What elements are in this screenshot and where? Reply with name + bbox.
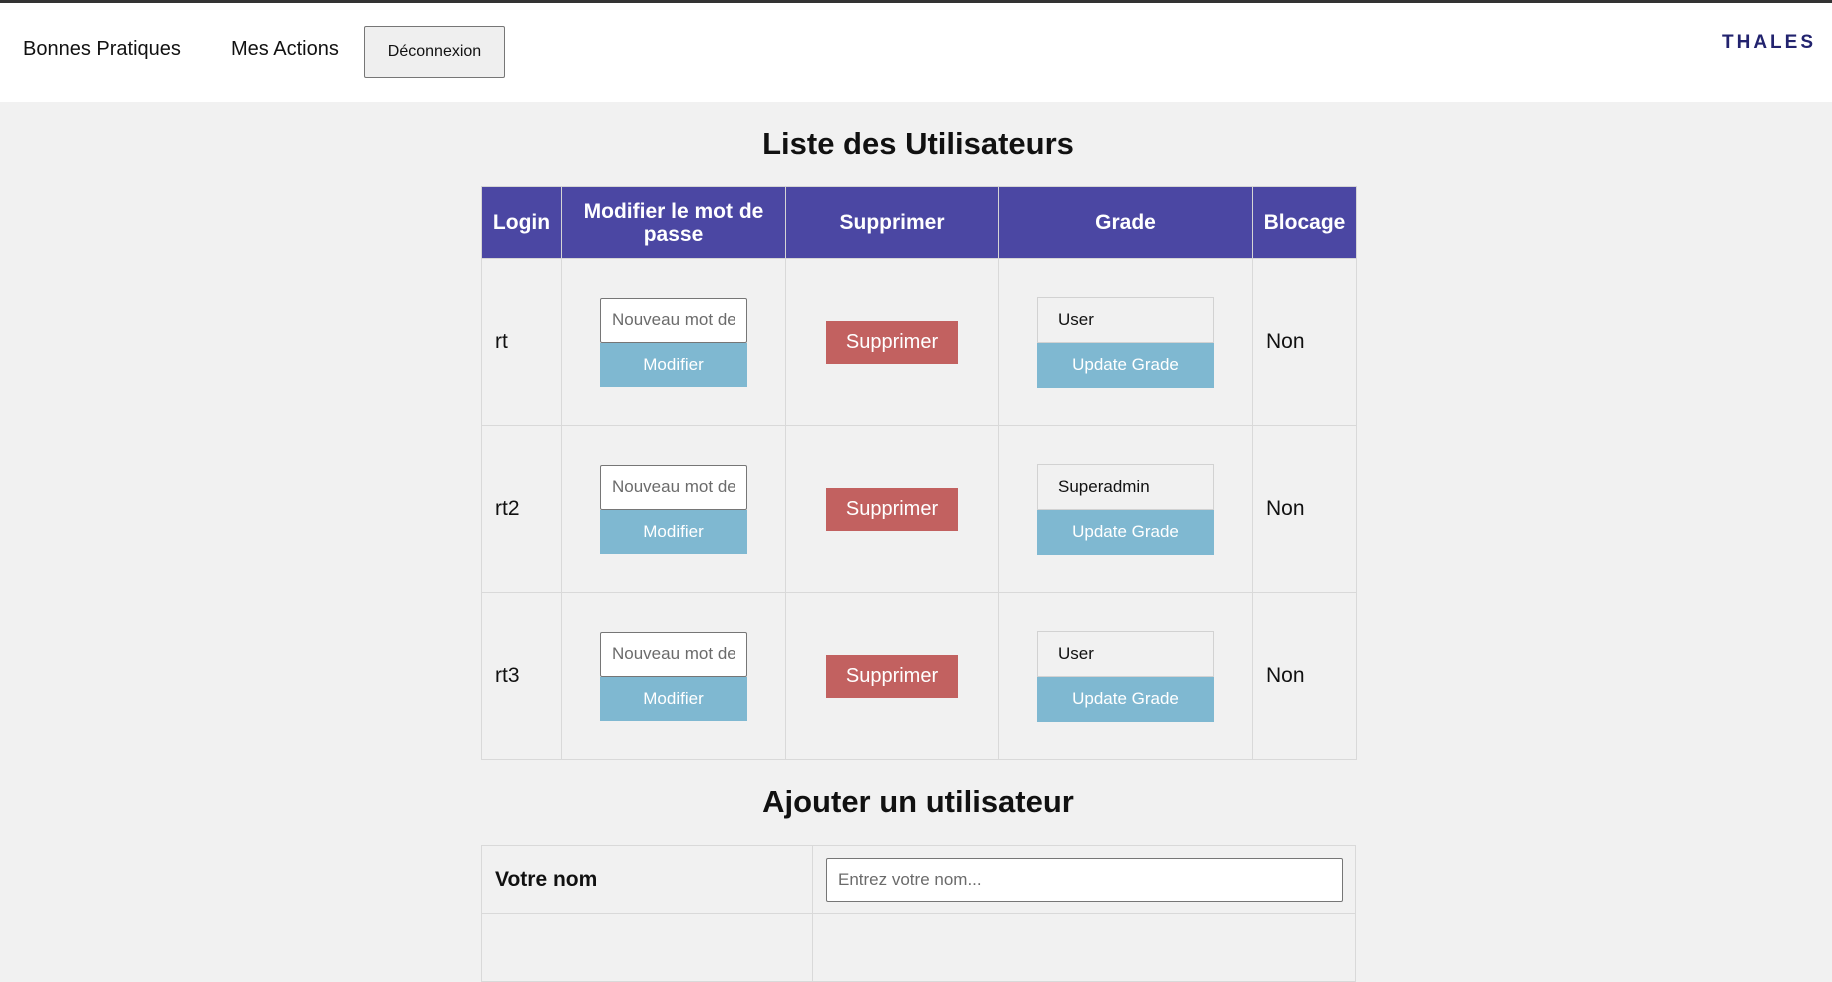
name-input[interactable] xyxy=(826,857,1343,902)
next-field-cell xyxy=(812,913,1356,982)
column-header-blocking: Blocage xyxy=(1252,186,1357,259)
grade-form: User Update Grade xyxy=(1037,296,1214,388)
password-form: Modifier xyxy=(600,464,747,554)
form-row xyxy=(481,913,1356,982)
password-cell: Modifier xyxy=(561,258,786,426)
new-password-input[interactable] xyxy=(600,464,747,510)
delete-user-button[interactable]: Supprimer xyxy=(826,320,958,364)
password-form: Modifier xyxy=(600,631,747,721)
grade-select[interactable]: Superadmin xyxy=(1037,463,1214,510)
password-cell: Modifier xyxy=(561,425,786,593)
users-list-title: Liste des Utilisateurs xyxy=(762,126,1074,161)
update-grade-button[interactable]: Update Grade xyxy=(1037,509,1214,555)
password-cell: Modifier xyxy=(561,592,786,760)
modify-password-button[interactable]: Modifier xyxy=(600,342,747,387)
grade-form: User Update Grade xyxy=(1037,630,1214,722)
delete-user-button[interactable]: Supprimer xyxy=(826,654,958,698)
grade-cell: Superadmin Update Grade xyxy=(998,425,1253,593)
user-login: rt3 xyxy=(481,592,562,760)
update-grade-button[interactable]: Update Grade xyxy=(1037,342,1214,388)
blocking-status: Non xyxy=(1252,258,1357,426)
user-login: rt xyxy=(481,258,562,426)
password-form: Modifier xyxy=(600,297,747,387)
grade-select[interactable]: User xyxy=(1037,630,1214,677)
logout-button[interactable]: Déconnexion xyxy=(364,26,505,78)
users-table: Login Modifier le mot de passe Supprimer… xyxy=(481,186,1357,760)
form-row: Votre nom xyxy=(481,845,1356,914)
add-user-form: Votre nom xyxy=(481,845,1356,982)
add-user-title: Ajouter un utilisateur xyxy=(762,784,1074,819)
table-row: rt3 Modifier Supprimer User Update Grade… xyxy=(481,592,1357,760)
users-table-header: Login Modifier le mot de passe Supprimer… xyxy=(481,186,1357,259)
grade-cell: User Update Grade xyxy=(998,592,1253,760)
name-label: Votre nom xyxy=(481,845,813,914)
nav-link-mes-actions[interactable]: Mes Actions xyxy=(231,38,339,61)
grade-cell: User Update Grade xyxy=(998,258,1253,426)
new-password-input[interactable] xyxy=(600,631,747,677)
column-header-grade: Grade xyxy=(998,186,1253,259)
new-password-input[interactable] xyxy=(600,297,747,343)
blocking-status: Non xyxy=(1252,425,1357,593)
modify-password-button[interactable]: Modifier xyxy=(600,509,747,554)
column-header-change-password: Modifier le mot de passe xyxy=(561,186,786,259)
user-login: rt2 xyxy=(481,425,562,593)
blocking-status: Non xyxy=(1252,592,1357,760)
delete-user-button[interactable]: Supprimer xyxy=(826,487,958,531)
update-grade-button[interactable]: Update Grade xyxy=(1037,676,1214,722)
delete-cell: Supprimer xyxy=(785,425,999,593)
grade-select[interactable]: User xyxy=(1037,296,1214,343)
column-header-login: Login xyxy=(481,186,562,259)
column-header-delete: Supprimer xyxy=(785,186,999,259)
top-navbar: Bonnes Pratiques Mes Actions Déconnexion… xyxy=(0,3,1832,102)
name-input-cell xyxy=(812,845,1356,914)
table-row: rt2 Modifier Supprimer Superadmin Update… xyxy=(481,425,1357,593)
thales-logo: THALES xyxy=(1722,32,1816,53)
delete-cell: Supprimer xyxy=(785,592,999,760)
next-field-label xyxy=(481,913,813,982)
grade-form: Superadmin Update Grade xyxy=(1037,463,1214,555)
nav-link-bonnes-pratiques[interactable]: Bonnes Pratiques xyxy=(23,38,181,61)
table-row: rt Modifier Supprimer User Update Grade … xyxy=(481,258,1357,426)
modify-password-button[interactable]: Modifier xyxy=(600,676,747,721)
delete-cell: Supprimer xyxy=(785,258,999,426)
